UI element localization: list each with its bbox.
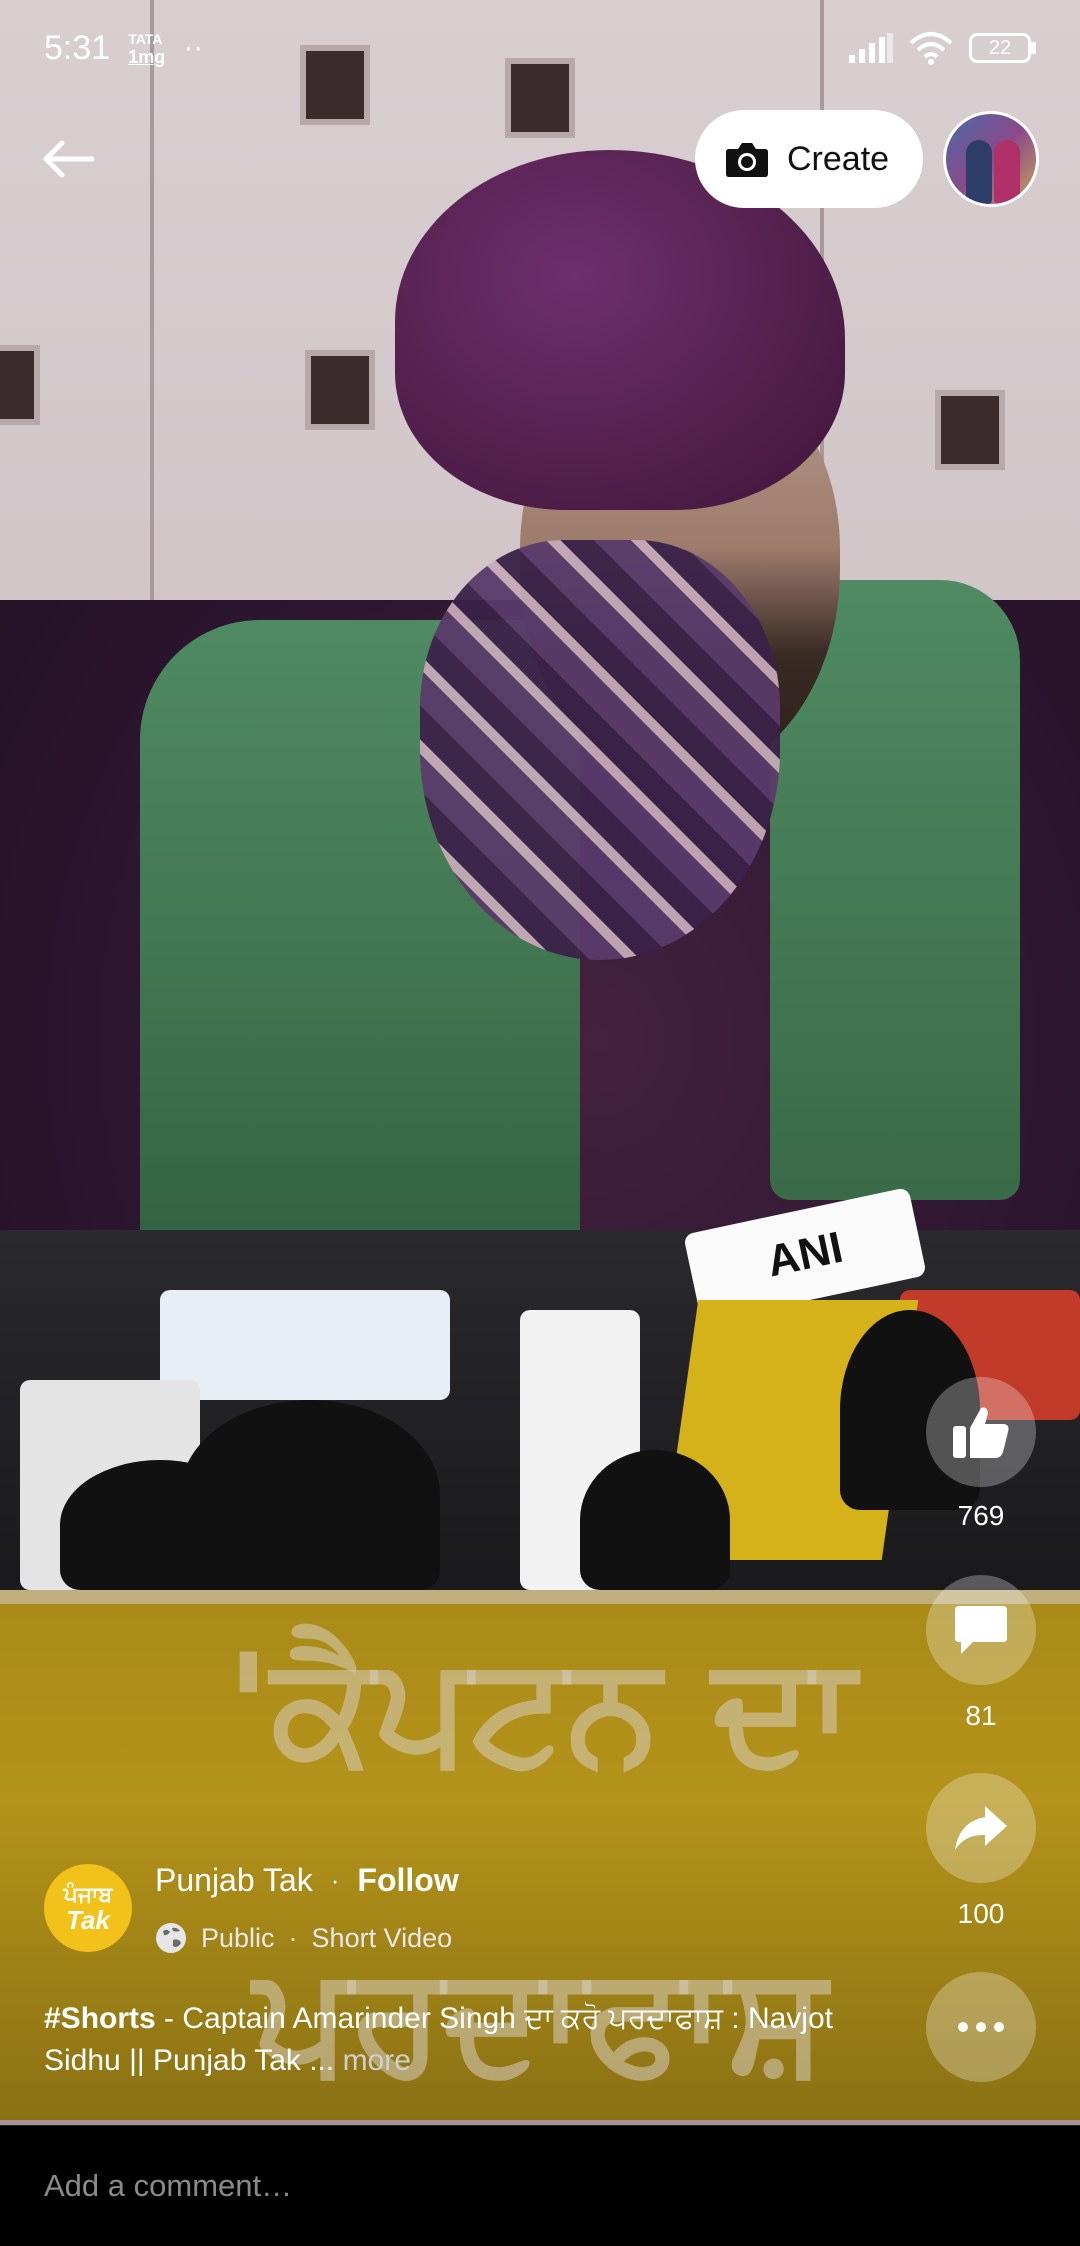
author-row: Punjab Tak · Follow [155, 1862, 459, 1899]
signal-icon [849, 33, 893, 63]
battery-icon: 22 [969, 33, 1036, 63]
like-count: 769 [957, 1500, 1005, 1531]
carrier-logo: TATA 1mg [128, 30, 165, 66]
camera-icon [726, 143, 768, 177]
author-name[interactable]: Punjab Tak [155, 1862, 313, 1899]
carrier-bottom: 1mg [128, 47, 166, 67]
thumbs-up-icon [953, 1407, 1009, 1458]
arrow-left-icon [43, 140, 94, 178]
mic-head [180, 1400, 440, 1590]
globe-icon [156, 1923, 186, 1953]
avatar-figure [994, 140, 1020, 204]
separator: · [288, 1922, 298, 1953]
more-link[interactable]: more [343, 2044, 411, 2077]
separator: · [330, 1865, 340, 1895]
privacy-label: Public [201, 1922, 275, 1953]
more-options-button[interactable] [926, 1972, 1036, 2082]
wall-vent [935, 390, 1005, 470]
carrier-top: TATA [128, 31, 163, 47]
more-dot [958, 2022, 968, 2032]
banner-divider [0, 1590, 1080, 1604]
caption-text: - Captain Amarinder Singh ਦਾ ਕਰੋ ਪਰਦਾਫਾਸ… [44, 2002, 833, 2077]
status-dots: ·· [183, 31, 204, 64]
comment-button[interactable] [926, 1575, 1036, 1685]
wall-edge [150, 0, 154, 700]
more-dot [994, 2022, 1004, 2032]
page-avatar-top: ਪੰਜਾਬ [63, 1882, 113, 1907]
create-button[interactable]: Create [695, 110, 924, 208]
back-button[interactable] [36, 128, 98, 190]
microphone-cluster: ANI [0, 1187, 1080, 1590]
mic-cube [160, 1290, 450, 1400]
hashtag-link[interactable]: #Shorts [44, 2002, 156, 2035]
status-bar: 5:31 TATA 1mg ·· 22 [0, 0, 1080, 96]
wifi-icon [909, 32, 953, 65]
mic-label: ANI [762, 1222, 848, 1287]
comment-icon [955, 1606, 1007, 1654]
create-label: Create [787, 139, 890, 178]
follow-button[interactable]: Follow [357, 1862, 458, 1899]
wall-vent [305, 350, 375, 430]
page-avatar[interactable]: ਪੰਜਾਬ Tak [44, 1864, 132, 1952]
status-time: 5:31 [44, 28, 111, 67]
share-count: 100 [957, 1898, 1005, 1929]
comment-input[interactable] [44, 2168, 1036, 2204]
comment-bar [0, 2125, 1080, 2246]
share-arrow-icon [955, 1806, 1007, 1850]
comment-count: 81 [965, 1700, 997, 1731]
post-type: Short Video [311, 1922, 453, 1953]
speaker-scarf [420, 540, 780, 960]
like-button[interactable] [926, 1377, 1036, 1487]
post-caption[interactable]: #Shorts - Captain Amarinder Singh ਦਾ ਕਰੋ… [44, 1998, 904, 2082]
avatar-figure [966, 140, 992, 204]
mic-head [580, 1450, 730, 1590]
video-player[interactable]: ANI 'ਕੈਪਟਨ ਦਾ ਪਰਦਾਫਾਸ਼ [0, 0, 1080, 2125]
battery-level: 22 [969, 33, 1031, 63]
post-meta: Public · Short Video [155, 1922, 452, 1954]
page-avatar-bottom: Tak [66, 1905, 110, 1935]
wall-vent [0, 345, 40, 425]
profile-avatar[interactable] [943, 111, 1039, 207]
more-dot [976, 2022, 986, 2032]
share-button[interactable] [926, 1773, 1036, 1883]
